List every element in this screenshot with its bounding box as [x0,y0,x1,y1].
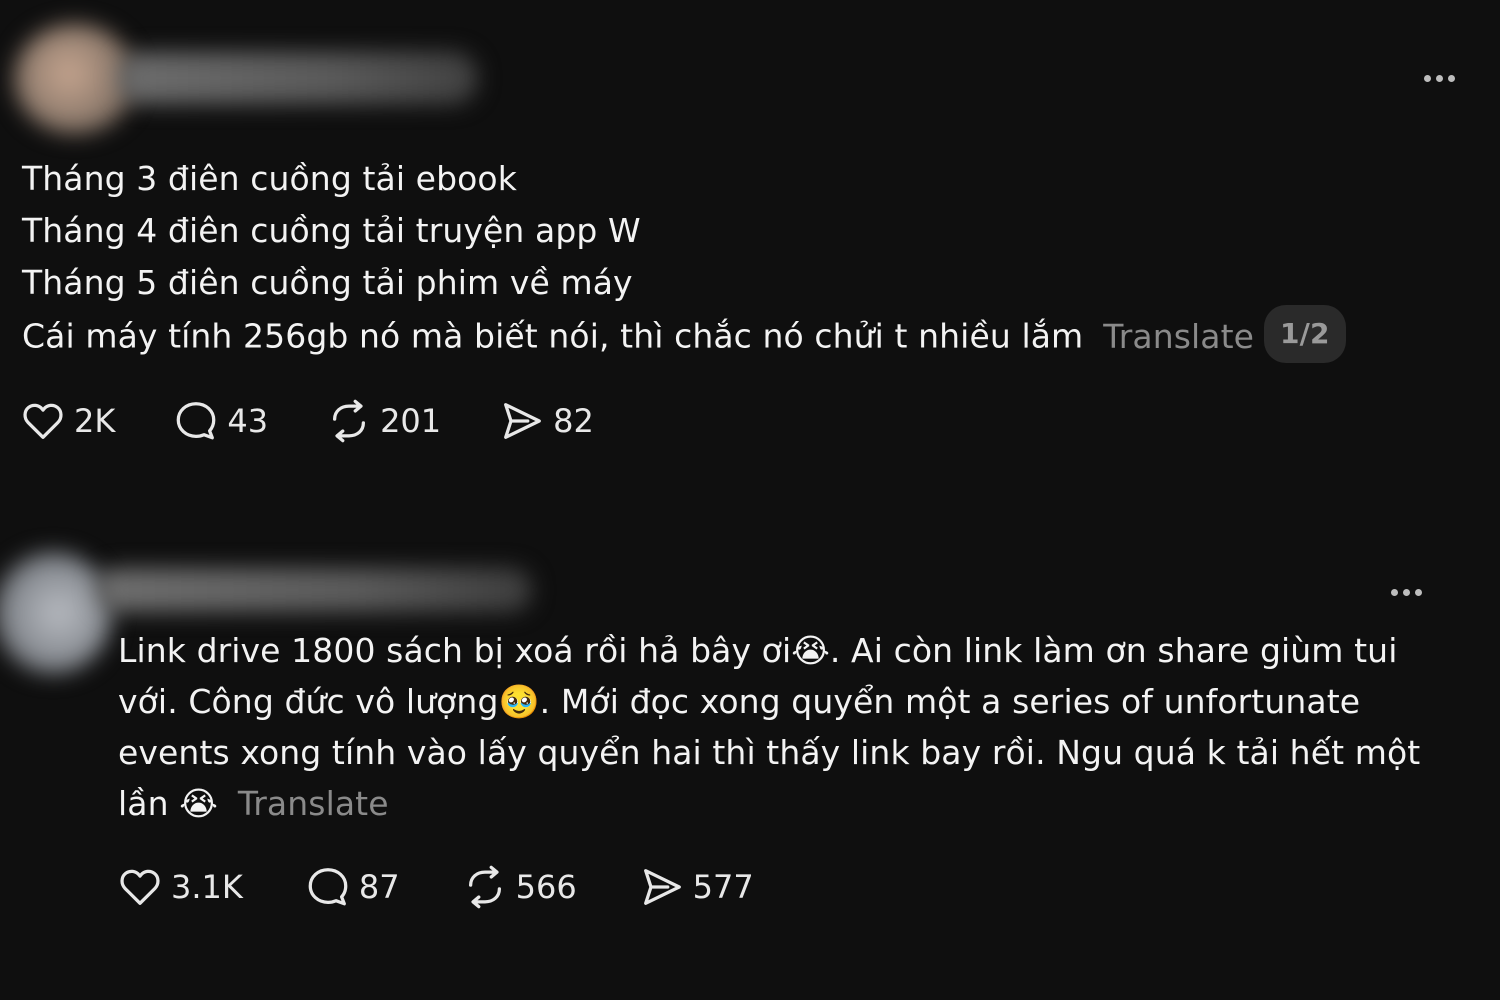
heart-icon [120,869,160,905]
username[interactable] [118,52,478,104]
comment-button[interactable]: 43 [173,398,268,444]
post-text: Link drive 1800 sách bị xoá rồi hả bây ơ… [118,625,1421,829]
comment-bubble-icon [308,868,348,906]
repost-icon [468,865,501,909]
post-line: Cái máy tính 256gb nó mà biết nói, thì c… [22,316,1084,356]
post-text: Tháng 3 điên cuồng tải ebook Tháng 4 điê… [22,153,1462,367]
more-options-icon[interactable] [1391,589,1422,596]
send-icon [643,869,681,905]
post-line: Tháng 3 điên cuồng tải ebook [22,159,517,198]
repost-count: 566 [515,868,577,906]
repost-icon [333,399,366,443]
comment-bubble-icon [176,402,216,440]
share-button[interactable]: 82 [499,398,594,444]
share-button[interactable]: 577 [639,864,754,910]
post-line-last: lần 😭 Translate [118,778,1418,829]
repost-count: 201 [380,402,442,440]
comment-count: 87 [358,868,400,906]
like-button[interactable]: 3.1K [117,864,243,910]
translate-link[interactable]: Translate [1103,317,1254,356]
avatar[interactable] [0,552,112,674]
share-count: 577 [692,868,754,906]
post-line: lần 😭 [118,784,218,823]
post-line: Tháng 4 điên cuồng tải truyện app W [22,211,641,250]
post-line: với. Công đức vô lượng🥹. Mới đọc xong qu… [118,682,1361,721]
like-count: 2K [74,402,116,440]
post-line: Tháng 5 điên cuồng tải phim về máy [22,263,633,302]
like-button[interactable]: 2K [20,398,115,444]
comment-count: 43 [227,402,269,440]
more-options-icon[interactable] [1424,75,1455,82]
comment-button[interactable]: 87 [305,864,400,910]
action-bar: 2K 43 201 82 [20,398,594,444]
like-count: 3.1K [171,868,243,906]
share-count: 82 [553,402,594,440]
translate-link[interactable]: Translate [238,784,389,823]
post-line: Link drive 1800 sách bị xoá rồi hả bây ơ… [118,631,1398,670]
repost-button[interactable]: 566 [462,864,577,910]
username[interactable] [96,568,532,612]
post-line: events xong tính vào lấy quyển hai thì t… [118,733,1421,772]
send-icon [504,403,542,439]
threads-feed: Tháng 3 điên cuồng tải ebook Tháng 4 điê… [0,0,1500,1000]
post-line-last: Cái máy tính 256gb nó mà biết nói, thì c… [22,305,1462,367]
action-bar: 3.1K 87 566 577 [117,864,754,910]
heart-icon [23,403,63,439]
page-indicator: 1/2 [1264,305,1346,363]
repost-button[interactable]: 201 [326,398,441,444]
